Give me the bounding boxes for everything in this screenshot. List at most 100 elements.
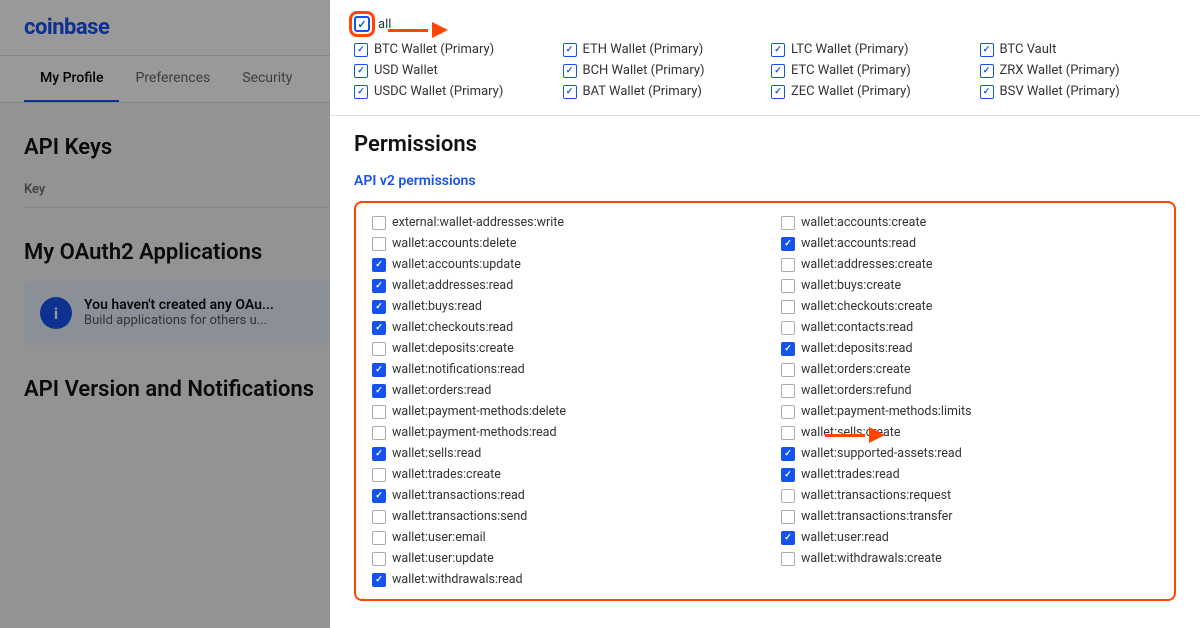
wallet-checkbox[interactable] [563,43,577,57]
perm-checkbox[interactable] [372,258,386,272]
perm-checkbox[interactable] [781,447,795,461]
perm-item[interactable]: wallet:notifications:read [372,362,749,377]
perm-label: wallet:supported-assets:read [801,446,962,461]
perm-item[interactable]: wallet:deposits:create [372,341,749,356]
perm-checkbox[interactable] [781,237,795,251]
perm-item[interactable]: wallet:user:email [372,530,749,545]
wallet-checkbox[interactable] [354,43,368,57]
perm-checkbox[interactable] [781,510,795,524]
perm-item[interactable]: wallet:transactions:transfer [781,509,1158,524]
perm-checkbox[interactable] [781,489,795,503]
perm-checkbox[interactable] [372,447,386,461]
perm-checkbox[interactable] [781,426,795,440]
perm-checkbox[interactable] [372,363,386,377]
perm-item[interactable]: wallet:transactions:request [781,488,1158,503]
wallet-checkbox[interactable] [771,43,785,57]
wallet-selector-section: all BTC Wallet (Primary)ETH Wallet (Prim… [330,0,1200,116]
perm-item[interactable]: wallet:user:update [372,551,749,566]
wallet-checkbox[interactable] [980,43,994,57]
wallet-checkbox[interactable] [563,85,577,99]
wallet-item[interactable]: ZEC Wallet (Primary) [771,84,968,99]
perm-item[interactable]: wallet:transactions:send [372,509,749,524]
perm-checkbox[interactable] [781,384,795,398]
perm-checkbox[interactable] [372,405,386,419]
perm-item[interactable]: external:wallet-addresses:write [372,215,749,230]
perm-checkbox[interactable] [372,384,386,398]
wallet-item[interactable]: BCH Wallet (Primary) [563,63,760,78]
perm-item[interactable]: wallet:checkouts:create [781,299,1158,314]
perm-checkbox[interactable] [372,468,386,482]
perm-checkbox[interactable] [372,552,386,566]
perm-checkbox[interactable] [372,342,386,356]
wallet-checkbox[interactable] [771,85,785,99]
perm-item[interactable]: wallet:accounts:read [781,236,1158,251]
perm-checkbox[interactable] [781,468,795,482]
perm-checkbox[interactable] [781,279,795,293]
perm-item[interactable]: wallet:sells:read [372,446,749,461]
perm-item[interactable]: wallet:payment-methods:limits [781,404,1158,419]
perm-checkbox[interactable] [372,237,386,251]
wallet-checkbox[interactable] [980,85,994,99]
perm-item[interactable]: wallet:deposits:read [781,341,1158,356]
perm-checkbox[interactable] [781,552,795,566]
api-v2-label: API v2 permissions [354,173,1176,189]
wallet-item[interactable]: BSV Wallet (Primary) [980,84,1177,99]
perm-item[interactable]: wallet:orders:create [781,362,1158,377]
perm-item[interactable]: wallet:orders:refund [781,383,1158,398]
perm-checkbox[interactable] [372,279,386,293]
perm-item[interactable]: wallet:withdrawals:read [372,572,749,587]
wallet-item[interactable]: USDC Wallet (Primary) [354,84,551,99]
perm-checkbox[interactable] [372,300,386,314]
perm-item[interactable]: wallet:transactions:read [372,488,749,503]
perm-item[interactable]: wallet:withdrawals:create [781,551,1158,566]
perm-item[interactable]: wallet:contacts:read [781,320,1158,335]
wallet-checkbox[interactable] [354,64,368,78]
perm-checkbox[interactable] [372,489,386,503]
perm-item[interactable]: wallet:payment-methods:delete [372,404,749,419]
wallet-item[interactable]: ZRX Wallet (Primary) [980,63,1177,78]
perm-item[interactable]: wallet:buys:read [372,299,749,314]
perm-checkbox[interactable] [372,573,386,587]
perm-checkbox[interactable] [781,321,795,335]
wallet-label: USDC Wallet (Primary) [374,84,503,99]
wallet-item[interactable]: BAT Wallet (Primary) [563,84,760,99]
perm-item[interactable]: wallet:addresses:create [781,257,1158,272]
perm-item[interactable]: wallet:user:read [781,530,1158,545]
perm-item[interactable]: wallet:trades:create [372,467,749,482]
wallet-item[interactable]: ETC Wallet (Primary) [771,63,968,78]
perm-checkbox[interactable] [781,363,795,377]
perm-checkbox[interactable] [372,321,386,335]
wallet-item[interactable]: BTC Vault [980,42,1177,57]
perm-checkbox[interactable] [372,216,386,230]
perm-checkbox[interactable] [781,216,795,230]
perm-checkbox[interactable] [372,426,386,440]
perm-checkbox[interactable] [781,300,795,314]
perm-checkbox[interactable] [781,342,795,356]
perm-checkbox[interactable] [372,510,386,524]
wallet-checkbox[interactable] [354,85,368,99]
perm-item[interactable]: wallet:orders:read [372,383,749,398]
arrow-annotation-top [388,22,448,38]
wallet-item[interactable]: ETH Wallet (Primary) [563,42,760,57]
wallet-item[interactable]: LTC Wallet (Primary) [771,42,968,57]
perm-checkbox[interactable] [372,531,386,545]
perm-item[interactable]: wallet:addresses:read [372,278,749,293]
wallet-item[interactable]: BTC Wallet (Primary) [354,42,551,57]
wallet-checkbox[interactable] [980,64,994,78]
all-wallets-checkbox[interactable] [354,16,370,32]
perm-checkbox[interactable] [781,531,795,545]
perm-item[interactable]: wallet:checkouts:read [372,320,749,335]
perm-item[interactable]: wallet:trades:read [781,467,1158,482]
perm-item[interactable]: wallet:payment-methods:read [372,425,749,440]
perm-item[interactable]: wallet:accounts:delete [372,236,749,251]
perm-checkbox[interactable] [781,258,795,272]
wallet-item[interactable]: USD Wallet [354,63,551,78]
perm-label: wallet:trades:read [801,467,900,482]
perm-item[interactable]: wallet:accounts:update [372,257,749,272]
wallet-checkbox[interactable] [563,64,577,78]
perm-item[interactable]: wallet:buys:create [781,278,1158,293]
wallet-checkbox[interactable] [771,64,785,78]
perm-item[interactable]: wallet:supported-assets:read [781,446,1158,461]
perm-item[interactable]: wallet:accounts:create [781,215,1158,230]
perm-checkbox[interactable] [781,405,795,419]
